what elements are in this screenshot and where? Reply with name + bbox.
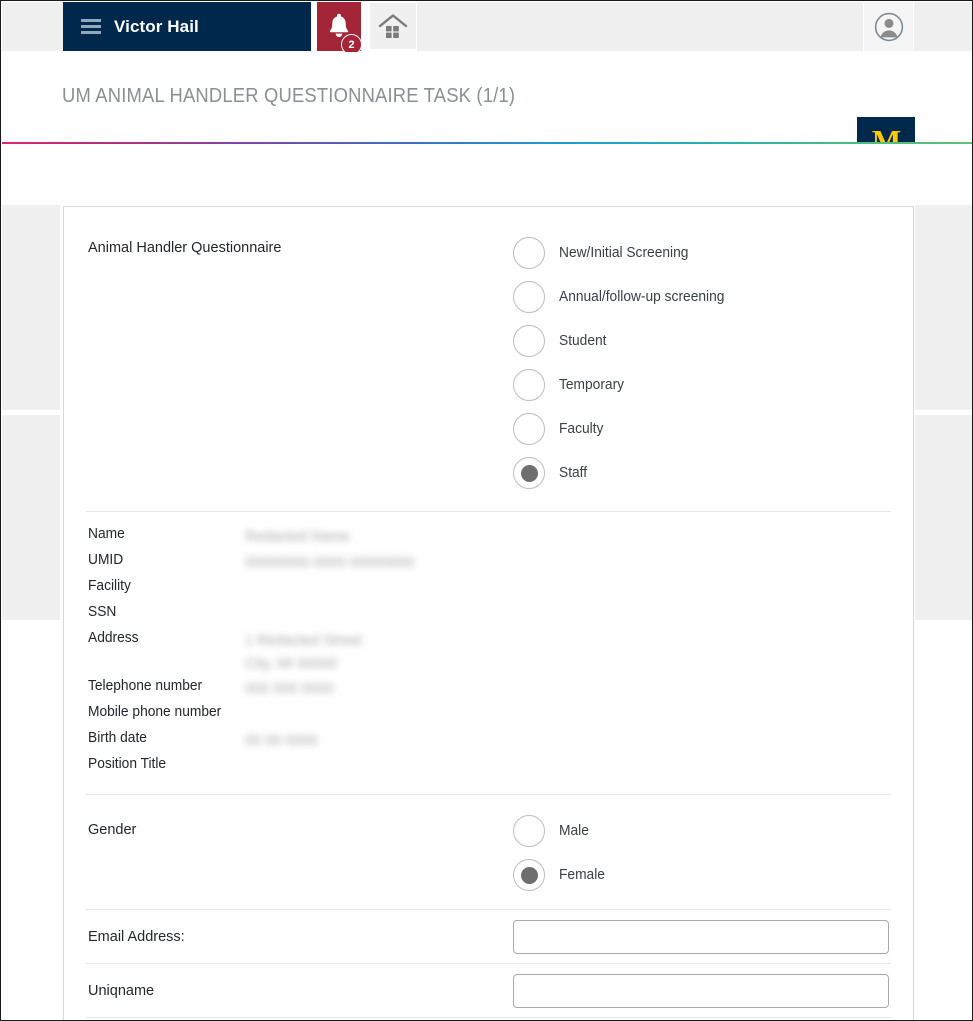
info-field-value-redacted: Redacted Name xyxy=(245,529,350,545)
right-side-panel-bottom xyxy=(915,415,972,620)
questionnaire-type-section: Animal Handler Questionnaire New/Initial… xyxy=(64,207,913,511)
form-text-input[interactable] xyxy=(513,973,889,1008)
gender-section: Gender Male Female xyxy=(64,795,913,909)
questionnaire-type-radio[interactable] xyxy=(513,369,545,401)
topbar-left-filler xyxy=(2,2,63,51)
radio-dot-icon xyxy=(520,866,538,884)
info-field-label: Position Title xyxy=(88,756,167,772)
info-row: Facility xyxy=(88,578,889,604)
left-side-panel-bottom xyxy=(2,415,60,620)
info-row: Mobile phone number xyxy=(88,704,889,730)
nav-brand[interactable]: Victor Hail xyxy=(63,2,311,51)
gender-option[interactable]: Male xyxy=(513,815,607,847)
info-row: Position Title xyxy=(88,756,889,782)
topbar-mid-filler xyxy=(417,2,863,51)
form-input-label: Email Address: xyxy=(88,928,185,945)
info-field-label: Telephone number xyxy=(88,678,203,694)
info-field-label: UMID xyxy=(88,552,124,568)
gender-option-label: Male xyxy=(559,823,589,839)
gender-option-label: Female xyxy=(559,867,605,883)
questionnaire-type-option[interactable]: Student xyxy=(513,325,733,357)
info-row: SSN xyxy=(88,604,889,630)
form-input-row: Uniqname xyxy=(64,964,913,1017)
user-name-label: Victor Hail xyxy=(114,16,199,36)
topbar-right-filler xyxy=(914,2,972,51)
questionnaire-type-option-label: Staff xyxy=(559,465,588,481)
text-inputs-section: Email Address:UniqnameDepartment xyxy=(64,910,913,1020)
questionnaire-type-option-label: Student xyxy=(559,333,607,349)
page-root: Victor Hail 2 UM ANIMAL HANDLER QUESTION… xyxy=(0,0,973,1021)
questionnaire-type-option[interactable]: Staff xyxy=(513,457,733,489)
questionnaire-card: Animal Handler Questionnaire New/Initial… xyxy=(63,206,914,1020)
user-avatar-icon xyxy=(874,12,903,41)
left-side-panel-top xyxy=(2,205,60,410)
form-input-label: Uniqname xyxy=(88,982,155,999)
info-row: Address 1 Redacted Street City, MI 00000 xyxy=(88,630,889,678)
info-field-value-redacted: 00 00 0000 xyxy=(245,733,318,749)
questionnaire-type-option[interactable]: New/Initial Screening xyxy=(513,237,733,269)
questionnaire-type-radio[interactable] xyxy=(513,413,545,445)
questionnaire-type-radio-group[interactable]: New/Initial Screening Annual/follow-up sc… xyxy=(513,237,733,489)
gender-label: Gender xyxy=(88,822,137,838)
right-side-panel-top xyxy=(915,205,972,410)
info-field-label: Name xyxy=(88,526,125,542)
info-field-label: SSN xyxy=(88,604,117,620)
questionnaire-type-radio[interactable] xyxy=(513,281,545,313)
gender-radio-group[interactable]: Male Female xyxy=(513,815,607,891)
questionnaire-type-radio[interactable] xyxy=(513,325,545,357)
gender-radio-selected[interactable] xyxy=(513,859,545,891)
gender-option[interactable]: Female xyxy=(513,859,607,891)
questionnaire-type-option-label: Temporary xyxy=(559,377,625,393)
info-field-value-redacted: 1 Redacted Street City, MI 00000 xyxy=(245,633,362,673)
info-row: UMID 00000000 0000 00000000 xyxy=(88,552,889,578)
personal-info-section: Name Redacted Name UMID 00000000 0000 00000… xyxy=(64,512,913,794)
questionnaire-type-option[interactable]: Faculty xyxy=(513,413,733,445)
info-field-label: Mobile phone number xyxy=(88,704,222,720)
info-field-label: Address xyxy=(88,630,139,646)
info-field-value-redacted: 000 000 0000 xyxy=(245,681,334,697)
gender-radio[interactable] xyxy=(513,815,545,847)
page-header: UM ANIMAL HANDLER QUESTIONNAIRE TASK (1/… xyxy=(2,52,972,181)
page-title: UM ANIMAL HANDLER QUESTIONNAIRE TASK (1/… xyxy=(62,85,516,107)
info-row: Birth date 00 00 0000 xyxy=(88,730,889,756)
account-button[interactable] xyxy=(864,2,913,51)
questionnaire-label: Animal Handler Questionnaire xyxy=(88,240,282,256)
home-icon xyxy=(378,13,408,38)
questionnaire-type-radio[interactable] xyxy=(513,237,545,269)
questionnaire-type-option-label: New/Initial Screening xyxy=(559,245,689,261)
form-text-input[interactable] xyxy=(513,919,889,954)
questionnaire-type-option[interactable]: Temporary xyxy=(513,369,733,401)
info-field-value-redacted: 00000000 0000 00000000 xyxy=(245,555,415,571)
radio-dot-icon xyxy=(520,464,538,482)
questionnaire-type-option-label: Faculty xyxy=(559,421,604,437)
questionnaire-type-option-label: Annual/follow-up screening xyxy=(559,289,725,305)
hamburger-icon[interactable] xyxy=(81,19,101,34)
questionnaire-type-radio-selected[interactable] xyxy=(513,457,545,489)
info-field-label: Birth date xyxy=(88,730,147,746)
form-input-row: Email Address: xyxy=(64,910,913,963)
info-row: Telephone number 000 000 0000 xyxy=(88,678,889,704)
top-navigation-bar: Victor Hail 2 xyxy=(1,1,972,55)
content-area: Animal Handler Questionnaire New/Initial… xyxy=(2,144,972,1020)
questionnaire-type-option[interactable]: Annual/follow-up screening xyxy=(513,281,733,313)
info-field-label: Facility xyxy=(88,578,131,594)
info-row: Name Redacted Name xyxy=(88,526,889,552)
home-button[interactable] xyxy=(370,3,416,49)
